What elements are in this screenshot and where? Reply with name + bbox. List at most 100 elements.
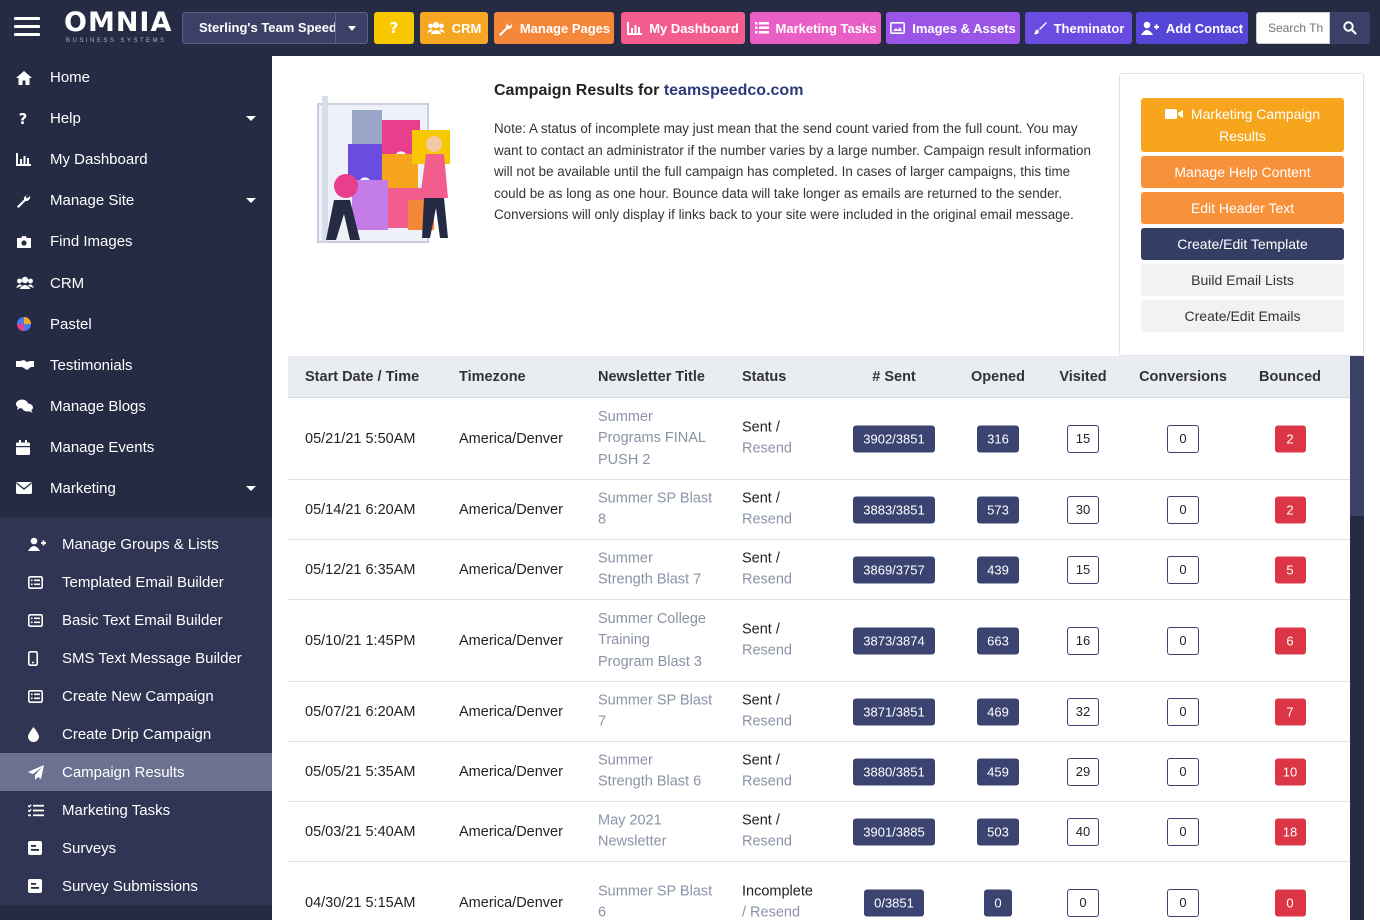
sidebar-item-crm[interactable]: CRM — [0, 262, 272, 303]
sidebar-item-find-images[interactable]: Find Images — [0, 221, 272, 262]
logo[interactable]: OMNIA BUSINESS SYSTEMS — [64, 9, 172, 45]
cell-newsletter-title-link[interactable]: Summer Strength Blast 6 — [598, 750, 723, 793]
visited-count-badge[interactable]: 15 — [1067, 555, 1099, 584]
sidebar-item-home[interactable]: Home — [0, 57, 272, 98]
create-edit-emails-button[interactable]: Create/Edit Emails — [1141, 300, 1344, 332]
conversions-count-badge[interactable]: 0 — [1167, 817, 1199, 846]
visited-count-badge[interactable]: 32 — [1067, 697, 1099, 726]
conversions-count-badge[interactable]: 0 — [1167, 757, 1199, 786]
opened-count-badge[interactable]: 573 — [977, 496, 1019, 523]
opened-count-badge[interactable]: 503 — [977, 818, 1019, 845]
bounced-count-badge[interactable]: 2 — [1274, 496, 1306, 523]
opened-count-badge[interactable]: 0 — [984, 889, 1012, 916]
manage-help-content-button[interactable]: Manage Help Content — [1141, 156, 1344, 188]
bounced-count-badge[interactable]: 7 — [1274, 698, 1306, 725]
submenu-item-campaign-results[interactable]: Campaign Results — [0, 753, 272, 792]
submenu-item-surveys[interactable]: Surveys — [0, 829, 272, 867]
visited-count-badge[interactable]: 0 — [1067, 888, 1099, 917]
sent-count-badge[interactable]: 3901/3885 — [853, 818, 935, 845]
conversions-count-badge[interactable]: 0 — [1167, 626, 1199, 655]
bounced-count-badge[interactable]: 0 — [1274, 889, 1306, 916]
sidebar-item-help[interactable]: ? Help — [0, 98, 272, 139]
sent-count-badge[interactable]: 3871/3851 — [853, 698, 935, 725]
conversions-count-badge[interactable]: 0 — [1167, 697, 1199, 726]
table-row[interactable]: 05/07/21 6:20AM America/Denver Summer SP B… — [288, 682, 1350, 742]
conversions-count-badge[interactable]: 0 — [1167, 888, 1199, 917]
sidebar-item-manage-blogs[interactable]: Manage Blogs — [0, 386, 272, 427]
table-row[interactable]: 04/30/21 5:15AM America/Denver Summer SP B… — [288, 862, 1350, 920]
sent-count-badge[interactable]: 0/3851 — [864, 889, 924, 916]
sidebar-item-my-dashboard[interactable]: My Dashboard — [0, 139, 272, 180]
conversions-count-badge[interactable]: 0 — [1167, 424, 1199, 453]
submenu-item-templated-email-builder[interactable]: Templated Email Builder — [0, 563, 272, 601]
build-email-lists-button[interactable]: Build Email Lists — [1141, 264, 1344, 296]
resend-link[interactable]: Resend — [742, 772, 792, 794]
sidebar-item-pastel[interactable]: Pastel — [0, 304, 272, 345]
resend-link[interactable]: Resend — [742, 712, 792, 734]
table-row[interactable]: 05/12/21 6:35AM America/Denver Summer Stren… — [288, 540, 1350, 600]
cell-newsletter-title-link[interactable]: Summer College Training Program Blast 3 — [598, 608, 723, 673]
toolbar-add-contact-button[interactable]: Add Contact — [1136, 12, 1248, 44]
toolbar-marketing-tasks-button[interactable]: Marketing Tasks — [750, 12, 881, 44]
cell-newsletter-title-link[interactable]: May 2021 Newsletter — [598, 810, 723, 853]
opened-count-badge[interactable]: 439 — [977, 556, 1019, 583]
sidebar-item-marketing[interactable]: Marketing — [0, 468, 272, 509]
column-header[interactable]: # Sent — [834, 369, 954, 385]
toolbar-my-dashboard-button[interactable]: My Dashboard — [621, 12, 745, 44]
bounced-count-badge[interactable]: 18 — [1274, 818, 1306, 845]
opened-count-badge[interactable]: 459 — [977, 758, 1019, 785]
submenu-item-manage-groups-lists[interactable]: Manage Groups & Lists — [0, 525, 272, 563]
sent-count-badge[interactable]: 3883/3851 — [853, 496, 935, 523]
sidebar-item-manage-site[interactable]: Manage Site — [0, 180, 272, 221]
submenu-item-create-new-campaign[interactable]: Create New Campaign — [0, 677, 272, 715]
visited-count-badge[interactable]: 30 — [1067, 495, 1099, 524]
search-button[interactable] — [1330, 12, 1370, 44]
toolbar-crm-button[interactable]: CRM — [420, 12, 488, 44]
sidebar-item-manage-events[interactable]: Manage Events — [0, 427, 272, 468]
resend-link[interactable]: Resend — [742, 641, 792, 663]
cell-newsletter-title-link[interactable]: Summer SP Blast 7 — [598, 690, 723, 733]
column-header[interactable]: Bounced — [1230, 369, 1350, 385]
column-header[interactable]: Status — [742, 369, 786, 385]
toolbar-manage-pages-button[interactable]: Manage Pages — [494, 12, 614, 44]
submenu-item-survey-submissions[interactable]: Survey Submissions — [0, 867, 272, 905]
submenu-item-marketing-tasks[interactable]: Marketing Tasks — [0, 791, 272, 829]
create-edit-template-button[interactable]: Create/Edit Template — [1141, 228, 1344, 260]
table-scrollbar-thumb[interactable] — [1350, 356, 1364, 516]
visited-count-badge[interactable]: 16 — [1067, 626, 1099, 655]
submenu-item-basic-text-email-builder[interactable]: Basic Text Email Builder — [0, 601, 272, 639]
visited-count-badge[interactable]: 29 — [1067, 757, 1099, 786]
submenu-item-sms-text-message-builder[interactable]: SMS Text Message Builder — [0, 639, 272, 677]
sent-count-badge[interactable]: 3880/3851 — [853, 758, 935, 785]
resend-link[interactable]: Resend — [742, 570, 792, 592]
sent-count-badge[interactable]: 3869/3757 — [853, 556, 935, 583]
bounced-count-badge[interactable]: 10 — [1274, 758, 1306, 785]
column-header[interactable]: Start Date / Time — [305, 369, 419, 385]
search-input[interactable] — [1256, 12, 1330, 44]
team-select[interactable]: Sterling's Team Speed — [182, 12, 368, 44]
opened-count-badge[interactable]: 663 — [977, 627, 1019, 654]
toolbar-images-assets-button[interactable]: Images & Assets — [886, 12, 1020, 44]
resend-link[interactable]: / Resend — [742, 903, 813, 920]
team-select-caret[interactable] — [335, 13, 367, 43]
visited-count-badge[interactable]: 40 — [1067, 817, 1099, 846]
opened-count-badge[interactable]: 316 — [977, 425, 1019, 452]
opened-count-badge[interactable]: 469 — [977, 698, 1019, 725]
sidebar-item-testimonials[interactable]: Testimonials — [0, 345, 272, 386]
resend-link[interactable]: Resend — [742, 439, 792, 461]
conversions-count-badge[interactable]: 0 — [1167, 555, 1199, 584]
table-row[interactable]: 05/14/21 6:20AM America/Denver Summer SP B… — [288, 480, 1350, 540]
visited-count-badge[interactable]: 15 — [1067, 424, 1099, 453]
edit-header-text-button[interactable]: Edit Header Text — [1141, 192, 1344, 224]
table-row[interactable]: 05/05/21 5:35AM America/Denver Summer Stren… — [288, 742, 1350, 802]
sent-count-badge[interactable]: 3902/3851 — [853, 425, 935, 452]
toolbar-theminator-button[interactable]: Theminator — [1025, 12, 1132, 44]
marketing-campaign-results-button[interactable]: Marketing Campaign Results — [1141, 98, 1344, 152]
cell-newsletter-title-link[interactable]: Summer Strength Blast 7 — [598, 548, 723, 591]
toolbar-help-button[interactable]: ? — [374, 12, 414, 44]
column-header[interactable]: Timezone — [459, 369, 526, 385]
table-row[interactable]: 05/10/21 1:45PM America/Denver Summer Coll… — [288, 600, 1350, 682]
bounced-count-badge[interactable]: 5 — [1274, 556, 1306, 583]
resend-link[interactable]: Resend — [742, 832, 792, 854]
cell-newsletter-title-link[interactable]: Summer SP Blast 6 — [598, 881, 723, 920]
